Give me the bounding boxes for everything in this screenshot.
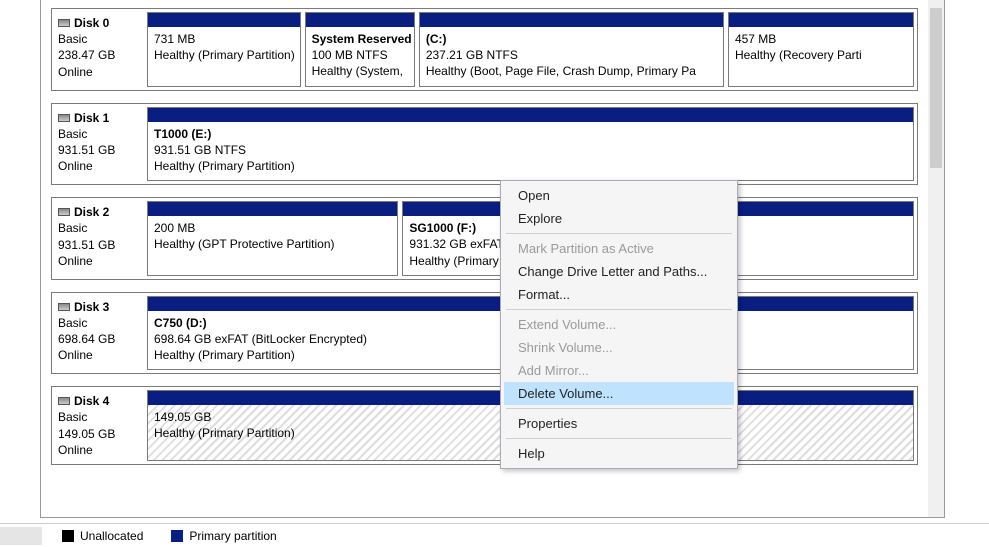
partition-size: 200 MB (154, 220, 391, 236)
disk-icon (58, 208, 70, 216)
menu-extend-volume[interactable]: Extend Volume... (504, 313, 734, 336)
menu-help[interactable]: Help (504, 442, 734, 465)
menu-shrink-volume[interactable]: Shrink Volume... (504, 336, 734, 359)
partition-status: Healthy (System, (312, 63, 408, 79)
menu-separator (506, 233, 732, 234)
menu-properties[interactable]: Properties (504, 412, 734, 435)
disk-management-panel: Disk 0Basic238.47 GBOnline731 MBHealthy … (40, 0, 945, 518)
disk-icon (58, 303, 70, 311)
partition-color-bar (306, 13, 414, 27)
partition[interactable]: System Reserved100 MB NTFSHealthy (Syste… (305, 12, 415, 87)
menu-mark-active[interactable]: Mark Partition as Active (504, 237, 734, 260)
disk-row[interactable]: Disk 1Basic931.51 GBOnlineT1000 (E:)931.… (51, 103, 918, 186)
partition-container: T1000 (E:)931.51 GB NTFSHealthy (Primary… (147, 104, 917, 185)
partition-title: T1000 (E:) (154, 126, 907, 142)
partition[interactable]: (C:)237.21 GB NTFSHealthy (Boot, Page Fi… (419, 12, 724, 87)
partition-color-bar (148, 108, 913, 122)
disk-type: Basic (58, 315, 141, 331)
menu-add-mirror[interactable]: Add Mirror... (504, 359, 734, 382)
disk-info[interactable]: Disk 2Basic931.51 GBOnline (52, 198, 147, 279)
partition[interactable]: 457 MBHealthy (Recovery Parti (728, 12, 914, 87)
disk-size: 238.47 GB (58, 47, 141, 63)
disk-list: Disk 0Basic238.47 GBOnline731 MBHealthy … (41, 0, 928, 517)
partition-status: Healthy (Primary Partition) (154, 47, 294, 63)
partition-color-bar (729, 13, 913, 27)
legend-primary: Primary partition (157, 529, 290, 543)
disk-info[interactable]: Disk 0Basic238.47 GBOnline (52, 9, 147, 90)
legend-bar: Unallocated Primary partition (0, 523, 989, 547)
partition-title: System Reserved (312, 31, 408, 47)
partition-color-bar (420, 13, 723, 27)
volume-context-menu[interactable]: Open Explore Mark Partition as Active Ch… (500, 180, 738, 469)
disk-row[interactable]: Disk 0Basic238.47 GBOnline731 MBHealthy … (51, 8, 918, 91)
disk-icon (58, 19, 70, 27)
partition-color-bar (148, 202, 397, 216)
swatch-primary (171, 530, 183, 542)
partition-status: Healthy (Recovery Parti (735, 47, 907, 63)
disk-icon (58, 397, 70, 405)
legend-primary-label: Primary partition (189, 529, 276, 543)
menu-separator (506, 408, 732, 409)
disk-name: Disk 0 (74, 15, 109, 31)
partition-status: Healthy (Primary Partition) (154, 158, 907, 174)
partition-container: 731 MBHealthy (Primary Partition)System … (147, 9, 917, 90)
status-segment (0, 527, 42, 545)
partition-size: 237.21 GB NTFS (426, 47, 717, 63)
menu-format[interactable]: Format... (504, 283, 734, 306)
partition-status: Healthy (GPT Protective Partition) (154, 236, 391, 252)
disk-row[interactable]: Disk 4Basic149.05 GBOnline149.05 GBHealt… (51, 386, 918, 465)
partition-status: Healthy (Boot, Page File, Crash Dump, Pr… (426, 63, 717, 79)
partition-color-bar (148, 13, 300, 27)
menu-open[interactable]: Open (504, 184, 734, 207)
legend-unallocated-label: Unallocated (80, 529, 143, 543)
disk-status: Online (58, 158, 141, 174)
disk-row[interactable]: Disk 2Basic931.51 GBOnline200 MBHealthy … (51, 197, 918, 280)
menu-separator (506, 309, 732, 310)
disk-status: Online (58, 64, 141, 80)
disk-row[interactable]: Disk 3Basic698.64 GBOnlineC750 (D:)698.6… (51, 292, 918, 375)
partition-size: 931.51 GB NTFS (154, 142, 907, 158)
legend-unallocated: Unallocated (48, 529, 157, 543)
disk-status: Online (58, 442, 141, 458)
menu-change-letter[interactable]: Change Drive Letter and Paths... (504, 260, 734, 283)
disk-size: 931.51 GB (58, 142, 141, 158)
menu-delete-volume[interactable]: Delete Volume... (504, 382, 734, 405)
menu-separator (506, 438, 732, 439)
scrollbar-thumb[interactable] (930, 8, 942, 168)
disk-info[interactable]: Disk 1Basic931.51 GBOnline (52, 104, 147, 185)
partition[interactable]: T1000 (E:)931.51 GB NTFSHealthy (Primary… (147, 107, 914, 182)
disk-type: Basic (58, 31, 141, 47)
disk-size: 698.64 GB (58, 331, 141, 347)
disk-type: Basic (58, 220, 141, 236)
partition-size: 731 MB (154, 31, 294, 47)
swatch-unallocated (62, 530, 74, 542)
vertical-scrollbar[interactable] (928, 0, 944, 517)
partition-size: 100 MB NTFS (312, 47, 408, 63)
disk-name: Disk 3 (74, 299, 109, 315)
partition[interactable]: 731 MBHealthy (Primary Partition) (147, 12, 301, 87)
disk-size: 149.05 GB (58, 426, 141, 442)
disk-status: Online (58, 253, 141, 269)
partition-title: (C:) (426, 31, 717, 47)
menu-explore[interactable]: Explore (504, 207, 734, 230)
disk-size: 931.51 GB (58, 237, 141, 253)
disk-info[interactable]: Disk 4Basic149.05 GBOnline (52, 387, 147, 464)
partition[interactable]: 200 MBHealthy (GPT Protective Partition) (147, 201, 398, 276)
disk-name: Disk 4 (74, 393, 109, 409)
disk-name: Disk 1 (74, 110, 109, 126)
disk-type: Basic (58, 409, 141, 425)
disk-status: Online (58, 347, 141, 363)
disk-icon (58, 114, 70, 122)
partition-size: 457 MB (735, 31, 907, 47)
disk-type: Basic (58, 126, 141, 142)
disk-name: Disk 2 (74, 204, 109, 220)
disk-info[interactable]: Disk 3Basic698.64 GBOnline (52, 293, 147, 374)
